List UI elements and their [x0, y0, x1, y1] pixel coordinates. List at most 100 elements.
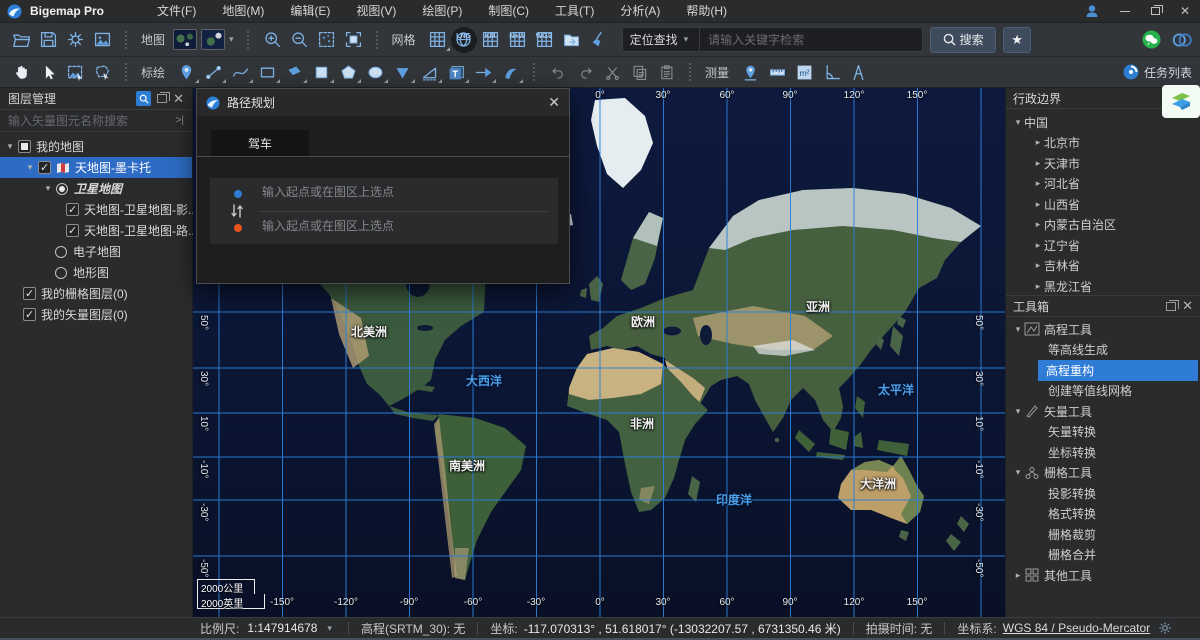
tree-node-heilongjiang[interactable]: ▸黑龙江省 — [1006, 276, 1200, 297]
expand-chevron-icon[interactable]: ▸ — [1012, 570, 1024, 581]
measure-distance-icon[interactable] — [764, 59, 791, 85]
tree-node-satellite-group[interactable]: ▾ 卫星地图 — [0, 178, 192, 199]
tree-node-jilin[interactable]: ▸吉林省 — [1006, 256, 1200, 277]
keyword-search-input[interactable] — [700, 28, 922, 51]
expand-chevron-icon[interactable]: ▸ — [1032, 199, 1044, 210]
layer-panel-close-icon[interactable]: ✕ — [173, 93, 184, 105]
crs-settings-gear-icon[interactable] — [1158, 621, 1172, 635]
tool-coord-convert[interactable]: 坐标转换 — [1006, 442, 1200, 463]
tool-isoline-grid[interactable]: 创建等值线网格 — [1006, 381, 1200, 402]
select-by-polygon-icon[interactable] — [89, 59, 116, 85]
tree-node-satellite-road[interactable]: 天地图-卫星地图-路... — [0, 220, 192, 241]
collapse-chevron-icon[interactable]: ▾ — [1012, 117, 1024, 128]
expand-chevron-icon[interactable]: ▸ — [1032, 137, 1044, 148]
tree-node-beijing[interactable]: ▸北京市 — [1006, 133, 1200, 154]
draw-quad-icon[interactable] — [281, 59, 308, 85]
expand-chevron-icon[interactable]: ▸ — [1032, 240, 1044, 251]
tool-raster-merge[interactable]: 栅格合并 — [1006, 545, 1200, 566]
maximize-button[interactable] — [1140, 0, 1170, 23]
select-by-rect-icon[interactable] — [62, 59, 89, 85]
settings-gear-icon[interactable] — [62, 27, 89, 53]
checkbox-raster[interactable] — [23, 287, 36, 300]
tool-vector-convert[interactable]: 矢量转换 — [1006, 422, 1200, 443]
toolbox-group-elevation[interactable]: ▾ 高程工具 — [1006, 319, 1200, 340]
radio-electronic[interactable] — [55, 246, 67, 258]
collapse-chevron-icon[interactable]: ▾ — [1012, 467, 1024, 478]
layer-filter-go-icon[interactable]: >| — [176, 115, 184, 126]
collapse-chevron-icon[interactable]: ▾ — [43, 183, 53, 194]
tree-node-hebei[interactable]: ▸河北省 — [1006, 174, 1200, 195]
draw-triangle-icon[interactable] — [389, 59, 416, 85]
full-extent-icon[interactable] — [313, 27, 340, 53]
select-cursor-icon[interactable] — [35, 59, 62, 85]
grid-export-icon[interactable] — [558, 27, 585, 53]
route-end-input[interactable] — [262, 219, 542, 233]
toolbox-group-vector[interactable]: ▾ 矢量工具 — [1006, 401, 1200, 422]
menu-view[interactable]: 视图(V) — [343, 0, 409, 23]
tree-node-my-raster[interactable]: 我的栅格图层(0) — [0, 283, 192, 304]
tree-node-my-maps[interactable]: ▾ 我的地图 — [0, 136, 192, 157]
swap-endpoints-icon[interactable] — [230, 203, 244, 219]
measure-point-icon[interactable] — [737, 59, 764, 85]
tree-node-tianjin[interactable]: ▸天津市 — [1006, 153, 1200, 174]
basemap-thumbnail-1[interactable] — [173, 29, 197, 50]
grid-wgs-icon[interactable]: WGS — [531, 27, 558, 53]
layer-panel-float-icon[interactable] — [157, 94, 167, 103]
checkbox-my-maps[interactable] — [18, 140, 31, 153]
menu-file[interactable]: 文件(F) — [144, 0, 209, 23]
collapse-chevron-icon[interactable]: ▾ — [5, 141, 15, 152]
tree-node-tianditu[interactable]: ▾ 天地图-墨卡托 — [0, 157, 192, 178]
tool-format-convert[interactable]: 格式转换 — [1006, 504, 1200, 525]
undo-icon[interactable] — [545, 59, 572, 85]
tree-node-liaoning[interactable]: ▸辽宁省 — [1006, 235, 1200, 256]
draw-square-icon[interactable] — [308, 59, 335, 85]
menu-analysis[interactable]: 分析(A) — [607, 0, 673, 23]
scale-dropdown-chevron-icon[interactable]: ▾ — [327, 623, 332, 634]
measure-angle-icon[interactable] — [845, 59, 872, 85]
user-avatar-icon[interactable] — [1080, 0, 1110, 23]
tree-node-neimenggu[interactable]: ▸内蒙古自治区 — [1006, 215, 1200, 236]
basemap-thumbnail-2[interactable] — [201, 29, 225, 50]
menu-map[interactable]: 地图(M) — [209, 0, 277, 23]
dialog-titlebar[interactable]: 路径规划 ✕ — [197, 89, 569, 116]
collapse-chevron-icon[interactable]: ▾ — [1012, 324, 1024, 335]
grid-nw-icon[interactable]: N+W — [504, 27, 531, 53]
draw-text-icon[interactable] — [443, 59, 470, 85]
draw-pentagon-icon[interactable] — [335, 59, 362, 85]
checkbox-vector[interactable] — [23, 308, 36, 321]
draw-slope-icon[interactable] — [416, 59, 443, 85]
measure-right-angle-icon[interactable] — [818, 59, 845, 85]
draw-line-icon[interactable] — [200, 59, 227, 85]
checkbox-imagery[interactable] — [66, 203, 79, 216]
radio-terrain[interactable] — [55, 267, 67, 279]
toolbox-group-other[interactable]: ▸ 其他工具 — [1006, 565, 1200, 586]
save-icon[interactable] — [35, 27, 62, 53]
wechat-icon[interactable] — [1142, 30, 1161, 49]
expand-chevron-icon[interactable]: ▸ — [1032, 219, 1044, 230]
favorite-star-button[interactable]: ★ — [1003, 27, 1031, 53]
toolbox-close-icon[interactable]: ✕ — [1182, 300, 1193, 312]
clear-grid-broom-icon[interactable] — [585, 27, 612, 53]
layer-filter-input[interactable] — [8, 114, 176, 128]
grid-lnglat-icon[interactable]: LNG — [451, 27, 477, 53]
minimize-button[interactable] — [1110, 0, 1140, 23]
tree-node-terrain-map[interactable]: 地形图 — [0, 262, 192, 283]
box-select-icon[interactable] — [340, 27, 367, 53]
menu-edit[interactable]: 编辑(E) — [277, 0, 343, 23]
tool-raster-clip[interactable]: 栅格裁剪 — [1006, 524, 1200, 545]
draw-curve-arrow-icon[interactable] — [497, 59, 524, 85]
expand-chevron-icon[interactable]: ▸ — [1032, 158, 1044, 169]
grid-km-icon[interactable]: KM — [477, 27, 504, 53]
tab-driving[interactable]: 驾车 — [211, 130, 309, 156]
image-export-icon[interactable] — [89, 27, 116, 53]
tree-node-my-vector[interactable]: 我的矢量图层(0) — [0, 304, 192, 325]
search-button[interactable]: 搜索 — [930, 27, 996, 53]
menu-tools[interactable]: 工具(T) — [542, 0, 607, 23]
draw-point-icon[interactable] — [173, 59, 200, 85]
copy-icon[interactable] — [626, 59, 653, 85]
close-button[interactable]: ✕ — [1170, 0, 1200, 23]
checkbox-road[interactable] — [66, 224, 79, 237]
draw-ellipse-icon[interactable] — [362, 59, 389, 85]
expand-chevron-icon[interactable]: ▸ — [1032, 178, 1044, 189]
expand-chevron-icon[interactable]: ▸ — [1032, 260, 1044, 271]
